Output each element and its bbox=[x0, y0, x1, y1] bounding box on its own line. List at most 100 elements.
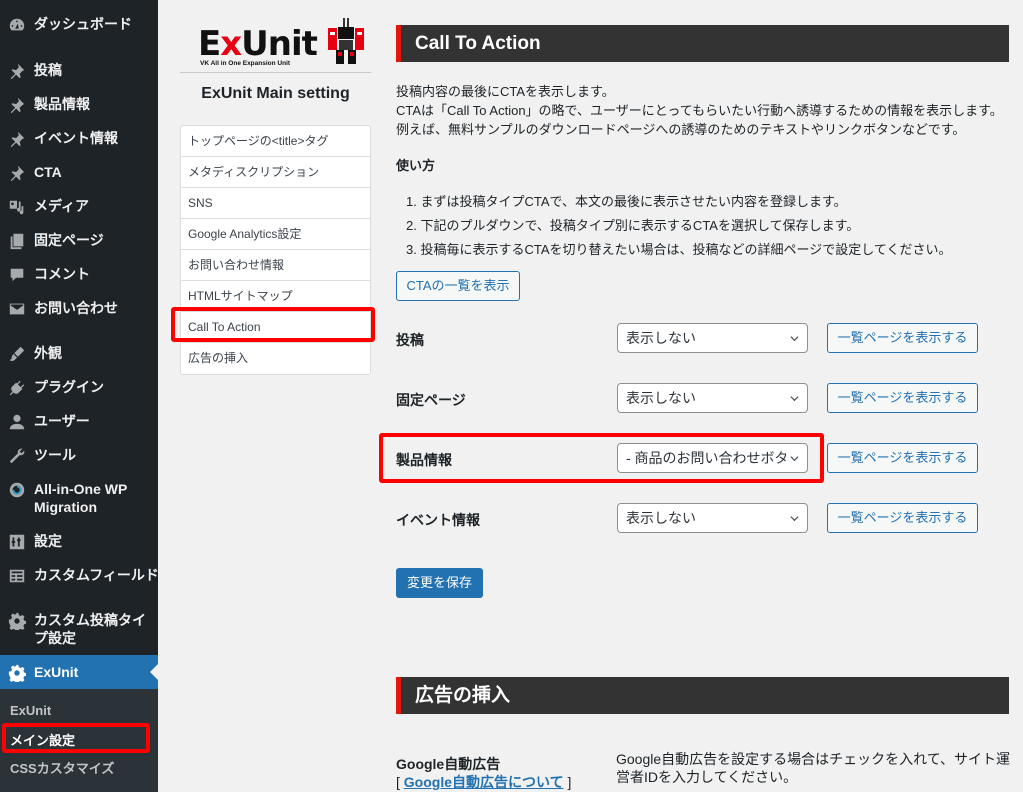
howto-title: 使い方 bbox=[396, 158, 436, 173]
menu-item-plugins[interactable]: プラグイン bbox=[0, 378, 158, 397]
media-icon bbox=[0, 197, 34, 216]
list-page-button-products[interactable]: 一覧ページを表示する bbox=[827, 443, 978, 473]
menu-item-custom-post-type[interactable]: カスタム投稿タイプ設定 bbox=[0, 611, 158, 647]
cta-intro: 投稿内容の最後にCTAを表示します。 CTAは「Call To Action」の… bbox=[396, 82, 1003, 139]
section-heading-ads: 広告の挿入 bbox=[396, 677, 1009, 714]
pin-icon bbox=[0, 129, 34, 148]
row-label-page: 固定ページ bbox=[396, 392, 466, 408]
chevron-down-icon bbox=[790, 456, 799, 462]
menu-label: イベント情報 bbox=[34, 130, 118, 146]
menu-label: カスタム投稿タイプ設定 bbox=[34, 612, 146, 646]
menu-label: CTA bbox=[34, 164, 62, 180]
menu-label: 固定ページ bbox=[34, 232, 104, 248]
menu-item-products[interactable]: 製品情報 bbox=[0, 95, 158, 114]
comment-icon bbox=[0, 265, 34, 284]
menu-label: 外観 bbox=[34, 345, 62, 361]
menu-item-appearance[interactable]: 外観 bbox=[0, 344, 158, 363]
menu-label: カスタムフィールド bbox=[34, 567, 159, 583]
howto-step: 1. まずは投稿タイプCTAで、本文の最後に表示させたい内容を登録します。 bbox=[406, 194, 847, 209]
nav-item-contact-info[interactable]: お問い合わせ情報 bbox=[181, 250, 370, 281]
save-changes-button[interactable]: 変更を保存 bbox=[396, 568, 483, 598]
settings-nav-list: トップページの<title>タグ メタディスクリプション SNS Google … bbox=[180, 125, 371, 375]
nav-item-call-to-action[interactable]: Call To Action bbox=[181, 312, 370, 343]
menu-item-settings[interactable]: 設定 bbox=[0, 532, 158, 551]
section-heading-cta: Call To Action bbox=[396, 25, 1009, 62]
dashboard-icon bbox=[0, 15, 34, 34]
howto-steps: 1. まずは投稿タイプCTAで、本文の最後に表示させたい内容を登録します。 2.… bbox=[396, 190, 951, 262]
google-auto-ads-link-line: [ Google自動広告について ] bbox=[396, 773, 571, 791]
cta-select-products[interactable]: - 商品のお問い合わせボタン bbox=[617, 443, 808, 473]
google-auto-ads-link[interactable]: Google自動広告について bbox=[404, 774, 564, 790]
brush-icon bbox=[0, 344, 34, 363]
menu-label: プラグイン bbox=[34, 379, 104, 395]
menu-item-comments[interactable]: コメント bbox=[0, 265, 158, 284]
menu-label: 設定 bbox=[34, 533, 62, 549]
menu-item-pages[interactable]: 固定ページ bbox=[0, 231, 158, 250]
migration-icon bbox=[0, 480, 34, 499]
cta-list-button[interactable]: CTAの一覧を表示 bbox=[396, 271, 520, 301]
bracket-open: [ bbox=[396, 774, 404, 790]
menu-item-posts[interactable]: 投稿 bbox=[0, 61, 158, 80]
menu-label: 投稿 bbox=[34, 62, 62, 78]
google-auto-ads-description: Google自動広告を設定する場合はチェックを入れて、サイト運営者IDを入力して… bbox=[616, 751, 1011, 785]
menu-item-users[interactable]: ユーザー bbox=[0, 412, 158, 431]
menu-item-cta[interactable]: CTA bbox=[0, 163, 158, 182]
menu-item-media[interactable]: メディア bbox=[0, 197, 158, 216]
menu-label: ユーザー bbox=[34, 413, 90, 429]
logo-divider bbox=[180, 72, 371, 73]
page-icon bbox=[0, 231, 34, 250]
nav-item-google-analytics[interactable]: Google Analytics設定 bbox=[181, 219, 370, 250]
settings-icon bbox=[0, 532, 34, 551]
select-value: 表示しない bbox=[626, 330, 696, 346]
nav-item-title-tag[interactable]: トップページの<title>タグ bbox=[181, 126, 370, 157]
gear-icon bbox=[0, 611, 34, 630]
submenu-item-css-customize[interactable]: CSSカスタマイズ bbox=[10, 758, 114, 777]
chevron-down-icon bbox=[790, 516, 799, 522]
pin-icon bbox=[0, 61, 34, 80]
admin-sidebar: ダッシュボード 投稿 製品情報 イベント情報 CTA メディア 固定ページ コメ… bbox=[0, 0, 159, 792]
plugin-icon bbox=[0, 378, 34, 397]
chevron-down-icon bbox=[790, 336, 799, 342]
robot-icon bbox=[328, 18, 364, 64]
list-page-button-page[interactable]: 一覧ページを表示する bbox=[827, 383, 978, 413]
nav-title: ExUnit Main setting bbox=[201, 85, 350, 102]
row-label-post: 投稿 bbox=[396, 332, 424, 348]
logo-subtitle: VK All in One Expansion Unit bbox=[200, 60, 291, 67]
menu-label: ダッシュボード bbox=[34, 16, 132, 32]
nav-item-meta-description[interactable]: メタディスクリプション bbox=[181, 157, 370, 188]
menu-label: 製品情報 bbox=[34, 96, 90, 112]
submenu-item-main-settings[interactable]: メイン設定 bbox=[10, 730, 75, 749]
nav-item-sns[interactable]: SNS bbox=[181, 188, 370, 219]
nav-item-html-sitemap[interactable]: HTMLサイトマップ bbox=[181, 281, 370, 312]
select-value: - 商品のお問い合わせボタン bbox=[626, 450, 786, 466]
menu-item-exunit[interactable]: ExUnit bbox=[0, 655, 158, 689]
menu-label: コメント bbox=[34, 266, 90, 282]
submenu-item-exunit[interactable]: ExUnit bbox=[10, 703, 51, 718]
select-value: 表示しない bbox=[626, 390, 696, 406]
howto-step: 2. 下記のプルダウンで、投稿タイプ別に表示するCTAを選択して保存します。 bbox=[406, 218, 860, 233]
row-label-products: 製品情報 bbox=[396, 452, 452, 468]
list-page-button-events[interactable]: 一覧ページを表示する bbox=[827, 503, 978, 533]
cta-select-post[interactable]: 表示しない bbox=[617, 323, 808, 353]
exunit-submenu: ExUnit メイン設定 CSSカスタマイズ bbox=[0, 689, 158, 792]
menu-item-dashboard[interactable]: ダッシュボード bbox=[0, 15, 158, 34]
exunit-logo: ExUnit VK All in One Expansion Unit bbox=[198, 18, 368, 74]
pin-icon bbox=[0, 163, 34, 182]
menu-label: お問い合わせ bbox=[34, 300, 118, 316]
menu-item-tools[interactable]: ツール bbox=[0, 446, 158, 465]
custom-field-icon bbox=[0, 566, 34, 585]
chevron-down-icon bbox=[790, 396, 799, 402]
menu-item-custom-fields[interactable]: カスタムフィールド bbox=[0, 566, 159, 585]
menu-item-contact[interactable]: お問い合わせ bbox=[0, 299, 158, 318]
wrench-icon bbox=[0, 446, 34, 465]
menu-item-events[interactable]: イベント情報 bbox=[0, 129, 158, 148]
menu-label: ExUnit bbox=[34, 664, 79, 680]
cta-select-page[interactable]: 表示しない bbox=[617, 383, 808, 413]
user-icon bbox=[0, 412, 34, 431]
cta-select-events[interactable]: 表示しない bbox=[617, 503, 808, 533]
menu-label: メディア bbox=[34, 198, 90, 214]
menu-item-migration[interactable]: All-in-One WP Migration bbox=[0, 480, 158, 516]
intro-line: 例えば、無料サンプルのダウンロードページへの誘導のためのテキストやリンクボタンな… bbox=[396, 122, 966, 137]
list-page-button-post[interactable]: 一覧ページを表示する bbox=[827, 323, 978, 353]
nav-item-ad-insertion[interactable]: 広告の挿入 bbox=[181, 343, 370, 374]
